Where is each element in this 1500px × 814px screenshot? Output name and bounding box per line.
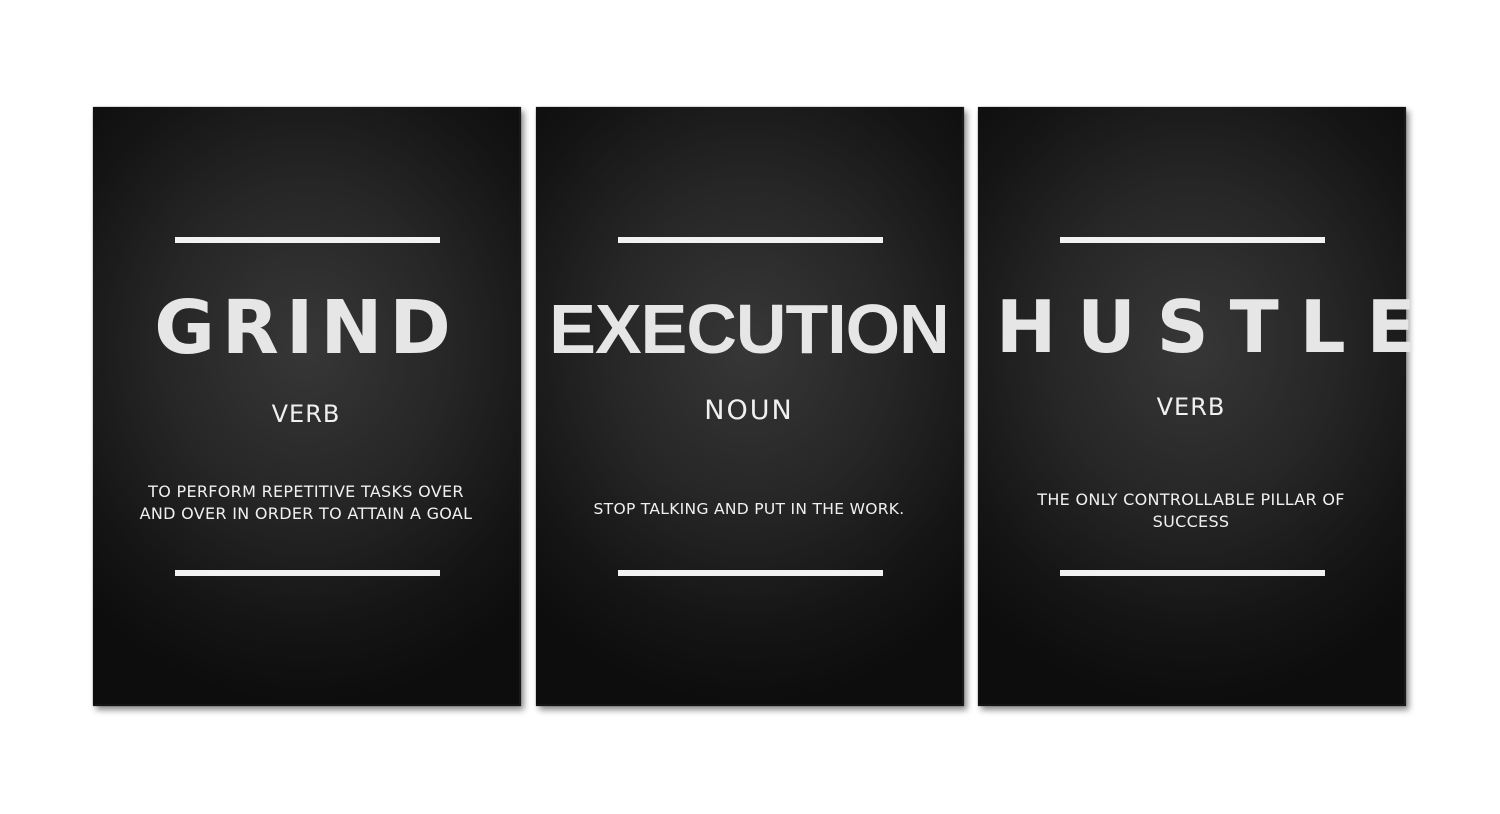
part-of-speech: VERB [271, 400, 341, 428]
panel-word: HUSTLE [996, 285, 1437, 369]
part-of-speech: NOUN [704, 395, 794, 426]
canvas-panel-grind: GRIND VERB TO PERFORM REPETITIVE TASKS O… [93, 107, 521, 706]
definition-line: SUCCESS [1152, 512, 1230, 531]
bottom-divider-line [175, 570, 440, 576]
definition-line: TO PERFORM REPETITIVE TASKS OVER [148, 482, 464, 501]
bottom-divider-line [1060, 570, 1325, 576]
panel-word: EXECUTION [549, 290, 949, 368]
definition-line: THE ONLY CONTROLLABLE PILLAR OF [1037, 490, 1345, 509]
definition-text: STOP TALKING AND PUT IN THE WORK. [556, 498, 942, 520]
definition-text: TO PERFORM REPETITIVE TASKS OVER AND OVE… [113, 481, 499, 525]
definition-line: AND OVER IN ORDER TO ATTAIN A GOAL [139, 504, 473, 523]
top-divider-line [175, 237, 440, 243]
canvas-panel-hustle: HUSTLE VERB THE ONLY CONTROLLABLE PILLAR… [978, 107, 1437, 706]
part-of-speech: VERB [1156, 393, 1226, 421]
canvas-panel-execution: EXECUTION NOUN STOP TALKING AND PUT IN T… [536, 107, 964, 706]
panel-word: GRIND [154, 285, 458, 371]
bottom-divider-line [618, 570, 883, 576]
definition-line: STOP TALKING AND PUT IN THE WORK. [593, 500, 905, 518]
top-divider-line [618, 237, 883, 243]
top-divider-line [1060, 237, 1325, 243]
definition-text: THE ONLY CONTROLLABLE PILLAR OF SUCCESS [998, 489, 1384, 533]
